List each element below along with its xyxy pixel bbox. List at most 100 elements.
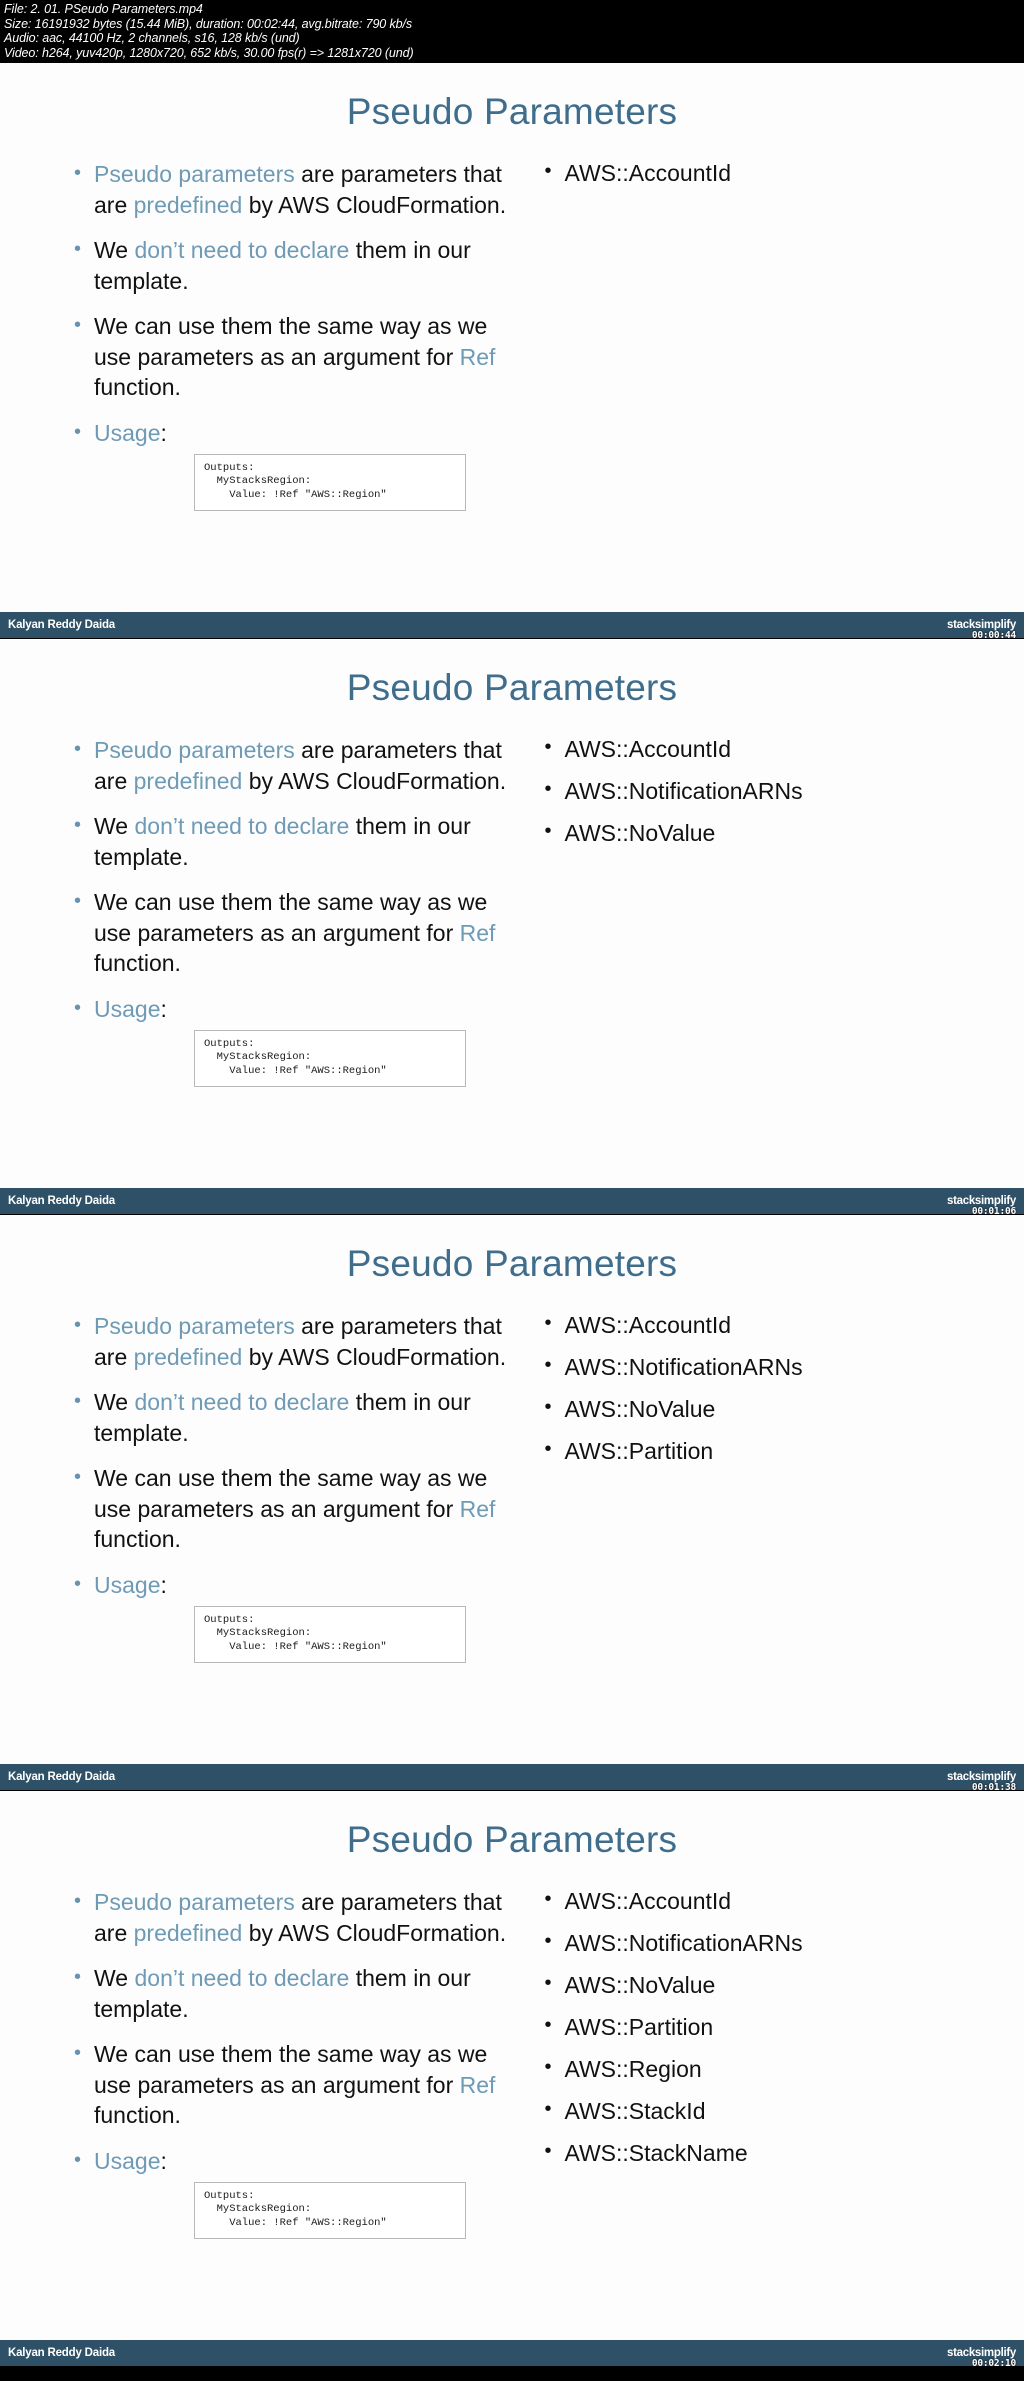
body-text: We can use them the same way as we use p… — [94, 313, 488, 370]
list-item: AWS::Partition — [542, 1435, 1024, 1465]
list-item: AWS::Partition — [542, 2011, 1024, 2041]
list-item: AWS::AccountId — [542, 1885, 1024, 1915]
body-text: function. — [94, 374, 181, 401]
slide-title: Pseudo Parameters — [346, 1819, 678, 1861]
list-item: AWS::AccountId — [542, 733, 1024, 763]
usage-colon: : — [160, 2147, 167, 2174]
body-text: We — [94, 237, 135, 264]
highlighted-text: Pseudo parameters — [94, 161, 302, 188]
highlighted-text: Pseudo parameters — [94, 1313, 302, 1340]
usage-label-row: Usage: — [72, 2145, 508, 2176]
highlighted-text: predefined — [133, 1919, 249, 1946]
video-timestamp-overlay: 00:02:10 — [971, 2358, 1016, 2368]
list-item: We can use them the same way as we use p… — [72, 886, 508, 979]
list-item: AWS::Region — [542, 2053, 1024, 2083]
yaml-code-snippet: Outputs: MyStacksRegion: Value: !Ref "AW… — [194, 1605, 466, 1664]
usage-label-row: Usage: — [72, 993, 508, 1024]
media-info-video: Video: h264, yuv420p, 1280x720, 652 kb/s… — [4, 45, 414, 60]
list-item: AWS::NotificationARNs — [542, 1351, 1024, 1381]
list-item: We can use them the same way as we use p… — [72, 310, 508, 403]
slide-thumbnail[interactable]: Pseudo Parameters Pseudo parameters are p… — [0, 1791, 1024, 2368]
concept-bullet-list: Pseudo parameters are parameters that ar… — [72, 1886, 508, 2131]
body-text: by AWS CloudFormation. — [248, 191, 507, 218]
list-item: We don’t need to declare them in our tem… — [72, 810, 508, 872]
right-column: AWS::AccountId — [532, 157, 1024, 589]
usage-label: Usage — [94, 419, 161, 446]
slide-footer-bar: Kalyan Reddy Daida stacksimplify 00:01:06 — [0, 1188, 1024, 1215]
list-item: Pseudo parameters are parameters that ar… — [72, 1886, 508, 1948]
slide-title: Pseudo Parameters — [346, 667, 678, 709]
list-item: AWS::NoValue — [542, 817, 1024, 847]
highlighted-text: don’t need to declare — [134, 237, 356, 264]
slide-thumbnail-grid: Pseudo Parameters Pseudo parameters are p… — [0, 63, 1024, 2368]
media-info-audio: Audio: aac, 44100 Hz, 2 channels, s16, 1… — [4, 31, 300, 46]
usage-label: Usage — [94, 2147, 161, 2174]
list-item: We don’t need to declare them in our tem… — [72, 1962, 508, 2024]
slide-columns: Pseudo parameters are parameters that ar… — [0, 1885, 1024, 2317]
body-text: function. — [94, 950, 181, 977]
video-timestamp-overlay: 00:01:06 — [971, 1206, 1016, 1216]
slide-title: Pseudo Parameters — [346, 91, 678, 133]
list-item: AWS::StackId — [542, 2095, 1024, 2125]
slide-thumbnail[interactable]: Pseudo Parameters Pseudo parameters are p… — [0, 1215, 1024, 1792]
footer-author-name: Kalyan Reddy Daida — [8, 2347, 115, 2360]
list-item: AWS::NotificationARNs — [542, 1927, 1024, 1957]
video-timestamp-overlay: 00:00:44 — [971, 630, 1016, 640]
highlighted-text: don’t need to declare — [134, 1965, 356, 1992]
list-item: Pseudo parameters are parameters that ar… — [72, 158, 508, 220]
slide-footer-bar: Kalyan Reddy Daida stacksimplify 00:00:44 — [0, 612, 1024, 639]
pseudo-parameter-list: AWS::AccountIdAWS::NotificationARNsAWS::… — [542, 1885, 1024, 2167]
highlighted-text: Pseudo parameters — [94, 1889, 302, 1916]
slide-thumbnail[interactable]: Pseudo Parameters Pseudo parameters are p… — [0, 63, 1024, 640]
right-column: AWS::AccountIdAWS::NotificationARNsAWS::… — [532, 1885, 1024, 2317]
slide-columns: Pseudo parameters are parameters that ar… — [0, 733, 1024, 1165]
right-column: AWS::AccountIdAWS::NotificationARNsAWS::… — [532, 733, 1024, 1165]
footer-author-name: Kalyan Reddy Daida — [8, 1771, 115, 1784]
footer-right-group: stacksimplify 00:01:38 — [947, 1771, 1018, 1790]
concept-bullet-list: Pseudo parameters are parameters that ar… — [72, 158, 508, 403]
body-text: We — [94, 813, 135, 840]
body-text: We can use them the same way as we use p… — [94, 1465, 488, 1522]
media-info-size: Size: 16191932 bytes (15.44 MiB), durati… — [4, 16, 413, 31]
slide-columns: Pseudo parameters are parameters that ar… — [0, 1309, 1024, 1741]
body-text: function. — [94, 1526, 181, 1553]
yaml-code-snippet: Outputs: MyStacksRegion: Value: !Ref "AW… — [194, 2181, 466, 2240]
list-item: AWS::AccountId — [542, 1309, 1024, 1339]
highlighted-text: predefined — [133, 191, 249, 218]
media-info-file: File: 2. 01. PSeudo Parameters.mp4 — [4, 2, 203, 16]
usage-colon: : — [160, 1571, 167, 1598]
list-item: We can use them the same way as we use p… — [72, 1462, 508, 1555]
highlighted-text: Ref — [459, 919, 496, 946]
concept-bullet-list: Pseudo parameters are parameters that ar… — [72, 1310, 508, 1555]
highlighted-text: don’t need to declare — [134, 1389, 356, 1416]
body-text: We — [94, 1965, 135, 1992]
highlighted-text: predefined — [133, 767, 249, 794]
footer-right-group: stacksimplify 00:01:06 — [947, 1195, 1018, 1214]
video-timestamp-overlay: 00:01:38 — [971, 1782, 1016, 1792]
highlighted-text: Pseudo parameters — [94, 737, 302, 764]
list-item: We can use them the same way as we use p… — [72, 2038, 508, 2131]
slide-thumbnail[interactable]: Pseudo Parameters Pseudo parameters are p… — [0, 639, 1024, 1216]
body-text: We — [94, 1389, 135, 1416]
slide-columns: Pseudo parameters are parameters that ar… — [0, 157, 1024, 589]
body-text: We can use them the same way as we use p… — [94, 889, 488, 946]
list-item: AWS::NotificationARNs — [542, 775, 1024, 805]
yaml-code-snippet: Outputs: MyStacksRegion: Value: !Ref "AW… — [194, 453, 466, 512]
pseudo-parameter-list: AWS::AccountId — [542, 157, 1024, 187]
list-item: We don’t need to declare them in our tem… — [72, 1386, 508, 1448]
slide-footer-bar: Kalyan Reddy Daida stacksimplify 00:01:38 — [0, 1764, 1024, 1791]
left-column: Pseudo parameters are parameters that ar… — [0, 1886, 532, 2317]
pseudo-parameter-list: AWS::AccountIdAWS::NotificationARNsAWS::… — [542, 733, 1024, 847]
list-item: AWS::NoValue — [542, 1393, 1024, 1423]
footer-right-group: stacksimplify 00:00:44 — [947, 619, 1018, 638]
left-column: Pseudo parameters are parameters that ar… — [0, 158, 532, 589]
footer-author-name: Kalyan Reddy Daida — [8, 619, 115, 632]
slide-title: Pseudo Parameters — [346, 1243, 678, 1285]
media-info-header: File: 2. 01. PSeudo Parameters.mp4 Size:… — [0, 0, 1024, 64]
highlighted-text: don’t need to declare — [134, 813, 356, 840]
highlighted-text: Ref — [459, 343, 496, 370]
highlighted-text: Ref — [459, 2071, 496, 2098]
yaml-code-snippet: Outputs: MyStacksRegion: Value: !Ref "AW… — [194, 1029, 466, 1088]
list-item: AWS::NoValue — [542, 1969, 1024, 1999]
list-item: AWS::StackName — [542, 2137, 1024, 2167]
